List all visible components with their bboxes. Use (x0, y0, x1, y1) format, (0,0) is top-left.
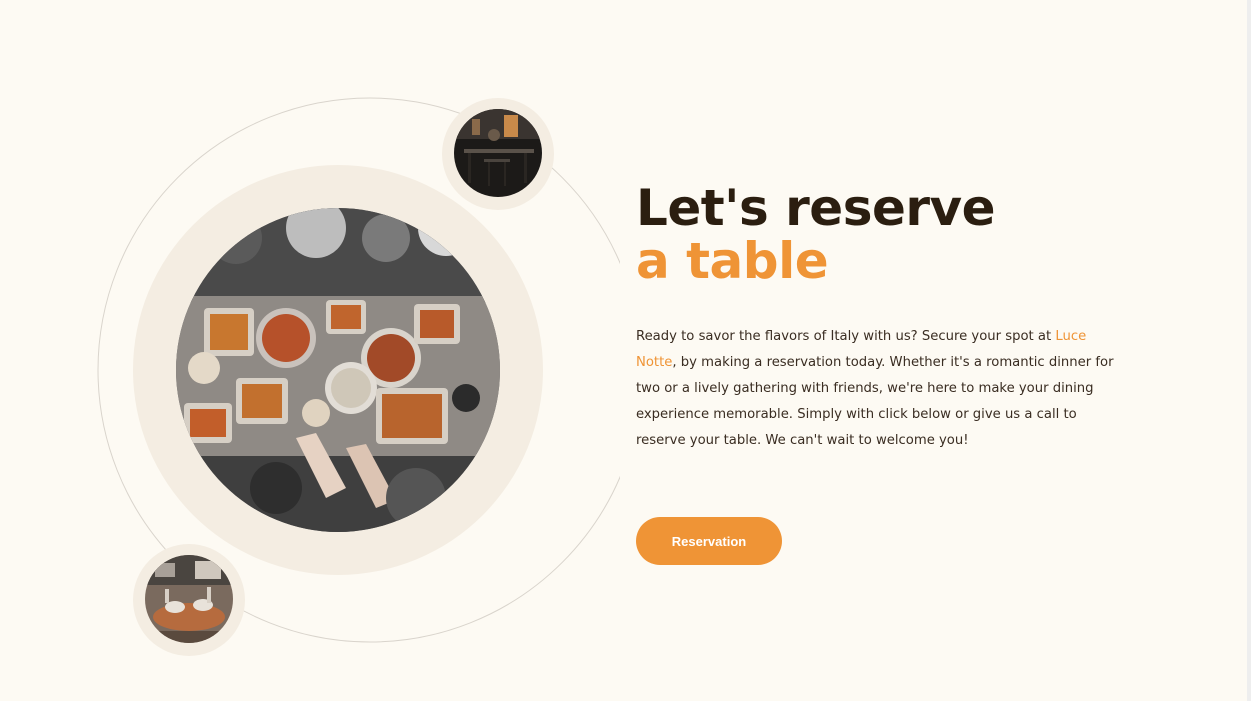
reservation-content: Let's reserve a table Ready to savor the… (636, 182, 1136, 454)
heading-line-1: Let's reserve (636, 179, 996, 237)
restaurant-table-photo (145, 555, 233, 643)
description-body: , by making a reservation today. Whether… (636, 355, 1114, 448)
restaurant-interior-photo (454, 109, 542, 197)
image-collage (0, 0, 620, 701)
reservation-section: Let's reserve a table Ready to savor the… (0, 0, 1251, 701)
description-intro: Ready to savor the flavors of Italy with… (636, 329, 1056, 344)
reservation-button[interactable]: Reservation (636, 517, 782, 565)
section-heading: Let's reserve a table (636, 182, 1136, 288)
main-food-photo (176, 208, 500, 532)
heading-line-2-accent: a table (636, 232, 829, 290)
scrollbar-track[interactable] (1247, 0, 1251, 701)
reservation-description: Ready to savor the flavors of Italy with… (636, 324, 1126, 454)
